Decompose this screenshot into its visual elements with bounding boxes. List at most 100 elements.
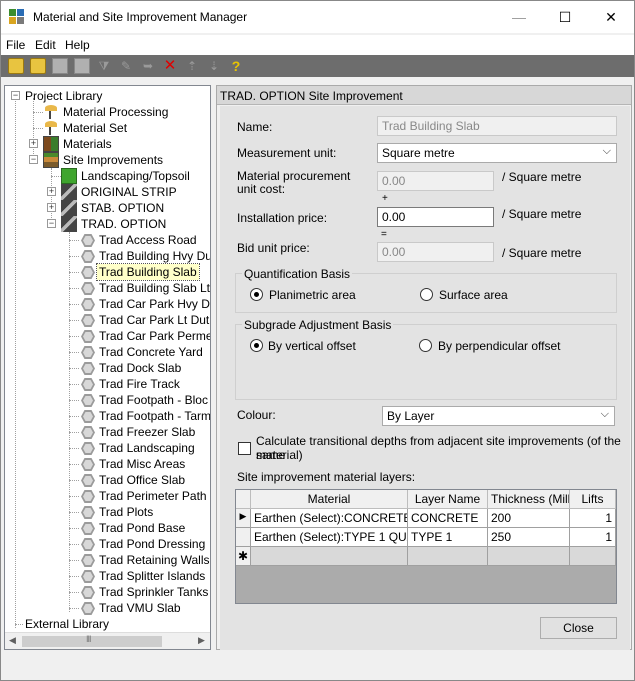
new-row-cell[interactable] [408, 547, 488, 566]
menu-file[interactable]: File [6, 38, 25, 52]
new-row-cell[interactable] [488, 547, 570, 566]
import-icon[interactable]: ➥ [140, 58, 156, 74]
colour-select[interactable]: By Layer ⌵ [382, 406, 615, 426]
vertical-offset-label[interactable]: By vertical offset [268, 339, 356, 353]
measurement-unit-select[interactable]: Square metre ⌵ [377, 143, 617, 163]
tree-node-landscaping-topsoil[interactable]: Landscaping/Topsoil [79, 168, 192, 184]
table-cell-lifts[interactable]: 1 [570, 528, 616, 547]
column-header-lifts[interactable]: Lifts [570, 490, 616, 509]
current-row-marker[interactable]: ▶ [236, 509, 251, 528]
new-row-marker[interactable]: ✱ [236, 547, 251, 566]
menu-edit[interactable]: Edit [35, 38, 56, 52]
tree-node-site-improvement[interactable]: Trad VMU Slab [97, 600, 183, 616]
tree-node-site-improvement[interactable]: Trad Perimeter Path [97, 488, 209, 504]
save-icon[interactable] [52, 58, 68, 74]
tree-node-site-improvement[interactable]: Trad Building Slab Lt [97, 280, 210, 296]
perpendicular-offset-label[interactable]: By perpendicular offset [438, 339, 561, 353]
expander-project-library[interactable]: − [11, 91, 20, 100]
delete-icon[interactable]: ✕ [162, 58, 178, 74]
maximize-button[interactable]: ☐ [542, 1, 588, 33]
tree-node-site-improvement[interactable]: Trad Pond Base [97, 520, 187, 536]
save-all-icon[interactable] [74, 58, 90, 74]
table-cell-thickness[interactable]: 250 [488, 528, 570, 547]
tree-node-material-set[interactable]: Material Set [61, 120, 129, 136]
tree-node-site-improvement[interactable]: Trad Footpath - Tarm [97, 408, 210, 424]
tree-node-materials[interactable]: Materials [61, 136, 114, 152]
tree-node-site-improvement[interactable]: Trad Sprinkler Tanks [97, 584, 210, 600]
new-row-cell[interactable] [251, 547, 408, 566]
new-folder-icon[interactable] [8, 58, 24, 74]
tree-node-site-improvement[interactable]: Trad Splitter Islands [97, 568, 207, 584]
expander-stab-option[interactable]: + [47, 203, 56, 212]
tree-node-site-improvement[interactable]: Trad Fire Track [97, 376, 182, 392]
tree-node-site-improvement[interactable]: Trad Landscaping [97, 440, 197, 456]
scroll-right-icon[interactable]: ▶ [198, 635, 205, 646]
name-field[interactable]: Trad Building Slab [377, 116, 617, 136]
tree-node-site-improvement[interactable]: Trad Office Slab [97, 472, 187, 488]
tree-node-external-library[interactable]: External Library [23, 616, 111, 632]
erase-icon[interactable]: ✎ [118, 58, 134, 74]
tree-node-site-improvement[interactable]: Trad Car Park Hvy D [97, 296, 210, 312]
close-window-button[interactable]: ✕ [588, 1, 634, 33]
column-header-thickness[interactable]: Thickness (Mill [488, 490, 570, 509]
installation-price-field[interactable]: 0.00 [377, 207, 494, 227]
bid-unit-price-field[interactable]: 0.00 [377, 242, 494, 262]
calc-transitional-label-line1[interactable]: Calculate transitional depths from adjac… [256, 434, 630, 462]
tree-node-site-improvement[interactable]: Trad Access Road [97, 232, 199, 248]
tree-horizontal-scrollbar[interactable]: ◀ III ▶ [5, 632, 210, 649]
table-cell-thickness[interactable]: 200 [488, 509, 570, 528]
tree-node-site-improvement[interactable]: Trad Dock Slab [97, 360, 183, 376]
expander-original-strip[interactable]: + [47, 187, 56, 196]
row-header[interactable] [236, 528, 251, 547]
calc-transitional-checkbox[interactable] [238, 442, 251, 455]
minimize-button[interactable]: — [496, 1, 542, 33]
filter-icon[interactable]: ⧩ [96, 58, 112, 74]
tree-node-material-processing[interactable]: Material Processing [61, 104, 170, 120]
open-folder-icon[interactable] [30, 58, 46, 74]
title-bar[interactable]: Material and Site Improvement Manager — … [1, 1, 634, 33]
tree-node-site-improvement[interactable]: Trad Building Hvy Du [97, 248, 210, 264]
scroll-left-icon[interactable]: ◀ [9, 635, 16, 646]
table-cell-layer[interactable]: TYPE 1 [408, 528, 488, 547]
tree-node-site-improvement[interactable]: Trad Concrete Yard [97, 344, 205, 360]
tree-node-trad-option[interactable]: TRAD. OPTION [79, 216, 168, 232]
menu-help[interactable]: Help [65, 38, 90, 52]
planimetric-label[interactable]: Planimetric area [269, 288, 356, 302]
tree-node-site-improvement[interactable]: Trad Retaining Walls [97, 552, 210, 568]
move-up-icon[interactable]: ⇡ [184, 58, 200, 74]
tree-node-site-improvement[interactable]: Trad Freezer Slab [97, 424, 197, 440]
calc-transitional-label-line2[interactable]: material) [256, 448, 303, 462]
table-cell-lifts[interactable]: 1 [570, 509, 616, 528]
tree-node-project-library[interactable]: Project Library [23, 88, 104, 104]
vertical-offset-radio[interactable] [250, 339, 263, 352]
help-icon[interactable]: ? [228, 58, 244, 74]
close-button[interactable]: Close [540, 617, 617, 639]
material-layers-grid[interactable]: Material Layer Name Thickness (Mill Lift… [235, 489, 617, 604]
new-row-cell[interactable] [570, 547, 616, 566]
column-header-layer-name[interactable]: Layer Name [408, 490, 488, 509]
surface-area-label[interactable]: Surface area [439, 288, 508, 302]
tree-node-site-improvement[interactable]: Trad Misc Areas [97, 456, 187, 472]
tree-node-original-strip[interactable]: ORIGINAL STRIP [79, 184, 179, 200]
tree-node-site-improvement[interactable]: Trad Footpath - Bloc [97, 392, 210, 408]
table-cell-material[interactable]: Earthen (Select):TYPE 1 QUA [251, 528, 408, 547]
move-down-icon[interactable]: ⇣ [206, 58, 222, 74]
scroll-thumb[interactable]: III [22, 634, 162, 647]
expander-site-improvements[interactable]: − [29, 155, 38, 164]
expander-materials[interactable]: + [29, 139, 38, 148]
tree-node-site-improvement[interactable]: Trad Car Park Lt Dut [97, 312, 210, 328]
column-header-material[interactable]: Material [251, 490, 408, 509]
tree-node-site-improvement[interactable]: Trad Car Park Perme [97, 328, 210, 344]
tree-node-stab-option[interactable]: STAB. OPTION [79, 200, 166, 216]
table-cell-layer[interactable]: CONCRETE [408, 509, 488, 528]
tree-node-site-improvements[interactable]: Site Improvements [61, 152, 165, 168]
planimetric-radio[interactable] [250, 288, 263, 301]
library-tree[interactable]: − Project Library Material Processing Ma… [4, 85, 211, 650]
tree-node-site-improvement[interactable]: Trad Building Slab [96, 263, 200, 281]
table-cell-material[interactable]: Earthen (Select):CONCRETE- [251, 509, 408, 528]
surface-area-radio[interactable] [420, 288, 433, 301]
perpendicular-offset-radio[interactable] [419, 339, 432, 352]
tree-node-site-improvement[interactable]: Trad Pond Dressing [97, 536, 207, 552]
expander-trad-option[interactable]: − [47, 219, 56, 228]
procurement-cost-field[interactable]: 0.00 [377, 171, 494, 191]
